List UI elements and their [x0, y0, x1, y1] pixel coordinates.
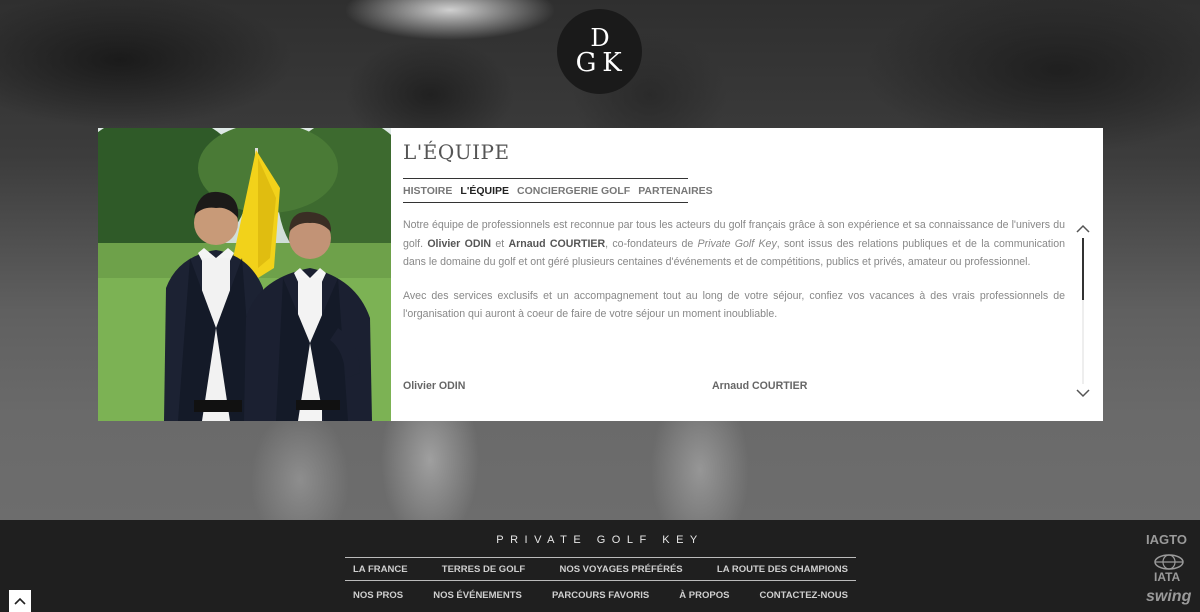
footer-nav-secondary: NOS PROS NOS ÉVÉNEMENTS PARCOURS FAVORIS…	[345, 583, 856, 607]
nav-la-france[interactable]: LA FRANCE	[353, 564, 408, 575]
logo-letter-k: K	[602, 48, 622, 78]
affiliation-badges: IAGTO IATA swing	[1140, 528, 1196, 612]
team-names: Olivier ODIN Arnaud COURTIER	[403, 380, 1065, 396]
team-content: L'ÉQUIPE HISTOIRE L'ÉQUIPE CONCIERGERIE …	[403, 128, 1103, 421]
nav-parcours-favoris[interactable]: PARCOURS FAVORIS	[552, 590, 649, 601]
person-name-arnaud: Arnaud COURTIER	[712, 380, 808, 392]
nav-la-route-des-champions[interactable]: LA ROUTE DES CHAMPIONS	[717, 564, 848, 575]
chevron-up-icon	[14, 597, 26, 605]
scrollbar-thumb[interactable]	[1082, 238, 1084, 300]
nav-terres-de-golf[interactable]: TERRES DE GOLF	[442, 564, 525, 575]
tab-conciergerie-golf[interactable]: CONCIERGERIE GOLF	[517, 185, 630, 197]
chevron-up-icon[interactable]	[1075, 222, 1091, 234]
badge-swing: swing	[1146, 588, 1192, 605]
badge-iagto: IAGTO	[1146, 532, 1187, 547]
nav-nos-evenements[interactable]: NOS ÉVÉNEMENTS	[433, 590, 522, 601]
section-title: L'ÉQUIPE	[403, 140, 510, 164]
background-sky	[300, 0, 600, 60]
brand-name: Private Golf Key	[697, 237, 777, 250]
team-photo	[98, 128, 391, 421]
nav-nos-voyages-preferes[interactable]: NOS VOYAGES PRÉFÉRÉS	[559, 564, 682, 575]
section-tabs: HISTOIRE L'ÉQUIPE CONCIERGERIE GOLF PART…	[403, 178, 713, 203]
paragraph-text: , co-fondateurs de	[605, 237, 698, 250]
footer-brand-title: PRIVATE GOLF KEY	[496, 534, 704, 546]
nav-nos-pros[interactable]: NOS PROS	[353, 590, 403, 601]
person-name-olivier: Olivier ODIN	[403, 380, 466, 392]
badge-iata: IATA	[1154, 570, 1181, 584]
tab-partenaires[interactable]: PARTENAIRES	[638, 185, 712, 197]
team-panel: L'ÉQUIPE HISTOIRE L'ÉQUIPE CONCIERGERIE …	[98, 128, 1103, 421]
back-to-top-button[interactable]	[9, 590, 31, 612]
logo[interactable]: D G K	[557, 9, 642, 94]
site-footer: PRIVATE GOLF KEY LA FRANCE TERRES DE GOL…	[0, 520, 1200, 612]
globe-icon	[1154, 554, 1184, 570]
paragraph-intro: Notre équipe de professionnels est recon…	[403, 216, 1065, 272]
founder-name-courtier: Arnaud COURTIER	[508, 237, 606, 250]
team-description[interactable]: Notre équipe de professionnels est recon…	[403, 216, 1065, 406]
logo-monogram: D G K	[576, 24, 623, 78]
logo-letter-g: G	[576, 48, 597, 78]
nav-contactez-nous[interactable]: CONTACTEZ-NOUS	[759, 590, 847, 601]
tab-histoire[interactable]: HISTOIRE	[403, 185, 452, 197]
founder-name-odin: Olivier ODIN	[427, 237, 492, 250]
footer-nav-primary: LA FRANCE TERRES DE GOLF NOS VOYAGES PRÉ…	[345, 557, 856, 581]
tab-equipe[interactable]: L'ÉQUIPE	[460, 185, 509, 197]
nav-a-propos[interactable]: À PROPOS	[679, 590, 729, 601]
chevron-down-icon[interactable]	[1075, 386, 1091, 398]
paragraph-services: Avec des services exclusifs et un accomp…	[403, 289, 1065, 321]
paragraph-text: et	[491, 237, 509, 250]
